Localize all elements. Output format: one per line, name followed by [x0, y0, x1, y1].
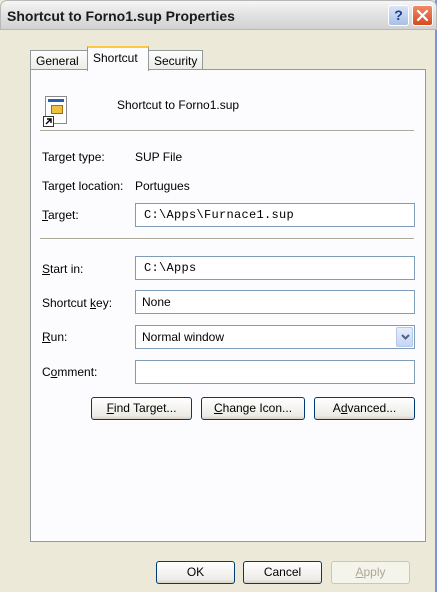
target-type-value: SUP File — [135, 150, 183, 164]
tab-shortcut[interactable]: Shortcut — [87, 46, 149, 71]
separator-middle — [40, 238, 414, 240]
tab-general[interactable]: General — [30, 50, 88, 70]
start-in-field[interactable]: C:\Apps — [135, 256, 415, 280]
run-label: Run: — [42, 330, 68, 344]
shortcut-key-field[interactable]: None — [135, 290, 415, 314]
run-dropdown-button[interactable] — [396, 327, 413, 347]
shortcut-key-label: Shortcut key: — [42, 296, 113, 310]
help-icon: ? — [394, 7, 403, 23]
apply-button[interactable]: Apply — [331, 561, 410, 584]
run-select-value: Normal window — [142, 330, 225, 344]
tab-security-label: Security — [154, 54, 198, 68]
change-icon-button[interactable]: Change Icon... — [201, 397, 305, 420]
run-select[interactable]: Normal window — [135, 325, 415, 349]
target-field[interactable]: C:\Apps\Furnace1.sup — [135, 203, 415, 227]
shortcut-name: Shortcut to Forno1.sup — [117, 98, 240, 112]
separator-top — [40, 130, 414, 132]
title-bar[interactable]: Shortcut to Forno1.sup Properties ? — [0, 0, 437, 30]
help-button[interactable]: ? — [388, 5, 409, 26]
target-label: Target: — [42, 208, 79, 222]
properties-dialog: Shortcut to Forno1.sup Properties ? Gene… — [0, 0, 437, 592]
shortcut-tab-panel: Shortcut to Forno1.sup Target type: SUP … — [30, 69, 426, 542]
comment-field[interactable] — [135, 360, 415, 384]
cancel-button[interactable]: Cancel — [243, 561, 322, 584]
find-target-button[interactable]: Find Target... — [91, 397, 192, 420]
start-in-label: Start in: — [42, 262, 84, 276]
comment-label: Comment: — [42, 365, 98, 379]
target-location-value: Portugues — [135, 179, 190, 193]
window-title: Shortcut to Forno1.sup Properties — [7, 8, 235, 24]
ok-button[interactable]: OK — [156, 561, 235, 584]
target-type-label: Target type: — [42, 150, 105, 164]
tab-general-label: General — [36, 54, 79, 68]
sup-file-shortcut-icon — [43, 96, 69, 128]
advanced-button[interactable]: Advanced... — [314, 397, 415, 420]
close-icon — [416, 9, 429, 22]
chevron-down-icon — [401, 334, 410, 340]
close-button[interactable] — [412, 5, 433, 26]
tab-security[interactable]: Security — [148, 50, 203, 70]
target-location-label: Target location: — [42, 179, 124, 193]
tab-shortcut-label: Shortcut — [93, 51, 138, 65]
